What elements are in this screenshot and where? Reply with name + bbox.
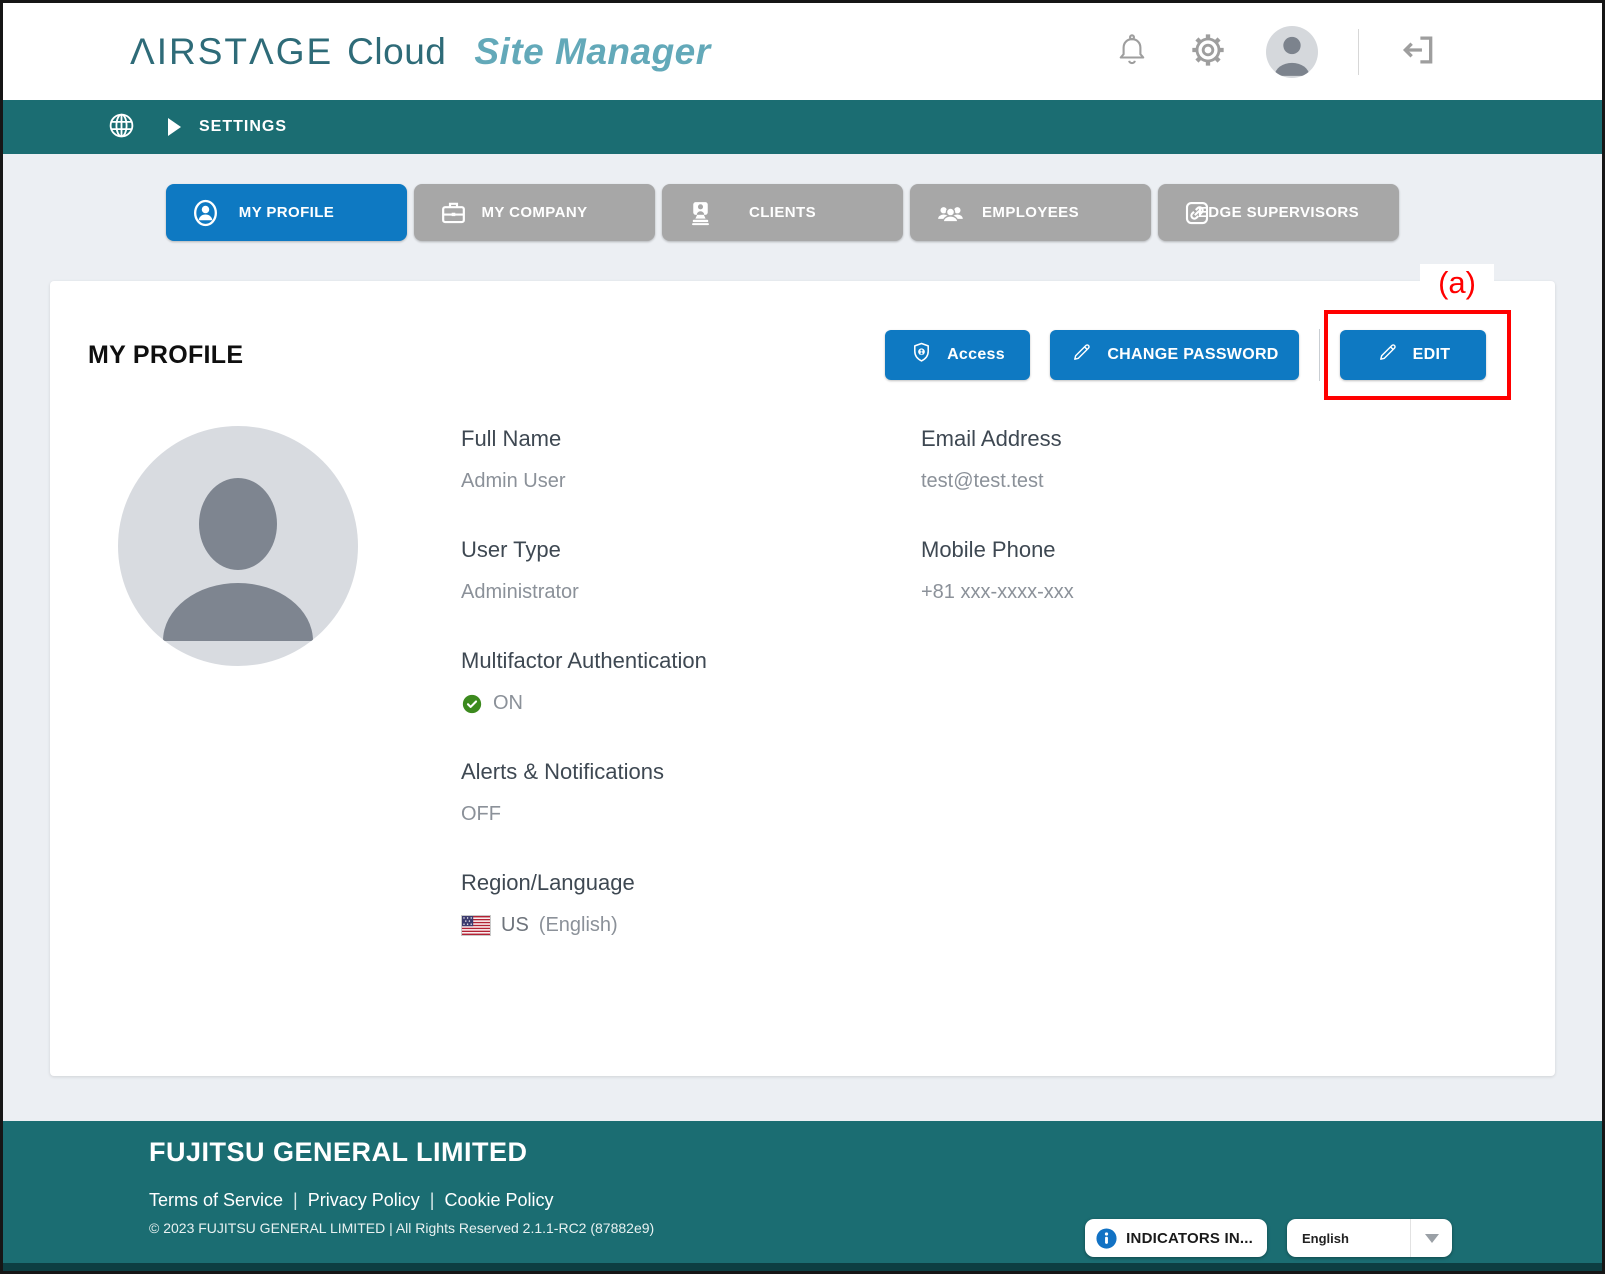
field-full-name: Full Name Admin User [461, 426, 921, 493]
link-separator: | [293, 1190, 298, 1211]
field-value: +81 xxx-xxxx-xxx [921, 581, 1555, 604]
top-header: ΛIRSTΛGE Cloud Site Manager [3, 3, 1602, 100]
profile-details: Full Name Admin User User Type Administr… [50, 426, 1555, 981]
field-label: Email Address [921, 426, 1555, 452]
tab-clients[interactable]: CLIENTS [662, 184, 903, 241]
privacy-policy-link[interactable]: Privacy Policy [308, 1190, 420, 1211]
settings-tabs: MY PROFILE MY COMPANY [166, 184, 1602, 241]
tab-my-profile[interactable]: MY PROFILE [166, 184, 407, 241]
gear-icon [1188, 30, 1228, 73]
tab-my-company[interactable]: MY COMPANY [414, 184, 655, 241]
language-dropdown[interactable]: English [1287, 1219, 1452, 1257]
alerts-status: OFF [461, 803, 921, 826]
my-profile-card: MY PROFILE Access [50, 281, 1555, 1076]
app-window: ΛIRSTΛGE Cloud Site Manager [0, 0, 1605, 1274]
edge-link-icon [1182, 198, 1212, 228]
us-flag-icon [461, 915, 491, 936]
cookie-policy-link[interactable]: Cookie Policy [444, 1190, 553, 1211]
terms-of-service-link[interactable]: Terms of Service [149, 1190, 283, 1211]
field-alerts: Alerts & Notifications OFF [461, 759, 921, 826]
settings-gear-button[interactable] [1188, 30, 1228, 73]
field-label: Region/Language [461, 870, 921, 896]
bell-icon [1114, 32, 1150, 71]
language-dropdown-value: English [1302, 1231, 1349, 1246]
annotation-a-label: (a) [1420, 264, 1494, 308]
field-label: User Type [461, 537, 921, 563]
edit-button[interactable]: EDIT [1340, 330, 1486, 380]
breadcrumb-arrow-icon [168, 118, 181, 136]
breadcrumb-bar: SETTINGS [3, 100, 1602, 154]
field-label: Full Name [461, 426, 921, 452]
fields-column-right: Email Address test@test.test Mobile Phon… [921, 426, 1555, 981]
footer-company-name: FUJITSU GENERAL LIMITED [149, 1137, 1602, 1168]
field-mfa: Multifactor Authentication ON [461, 648, 921, 715]
header-actions [1114, 26, 1437, 78]
logo-cloud-text: Cloud [347, 31, 446, 73]
fields-column-left: Full Name Admin User User Type Administr… [461, 426, 921, 981]
footer-bottom-strip [3, 1263, 1602, 1271]
globe-button[interactable] [107, 111, 136, 143]
user-avatar-button[interactable] [1266, 26, 1318, 78]
field-label: Alerts & Notifications [461, 759, 921, 785]
button-divider [1319, 329, 1320, 381]
pencil-icon [1070, 341, 1093, 369]
edit-button-label: EDIT [1413, 346, 1451, 364]
employees-group-icon [934, 196, 967, 229]
airstage-logo: ΛIRSTΛGE Cloud Site Manager [130, 31, 711, 73]
field-label: Mobile Phone [921, 537, 1555, 563]
footer-controls: INDICATORS IN... English [1085, 1219, 1452, 1257]
region-value: US [501, 914, 529, 937]
footer-links: Terms of Service | Privacy Policy | Cook… [149, 1190, 1602, 1211]
logout-button[interactable] [1399, 31, 1437, 72]
briefcase-icon [438, 197, 469, 228]
chevron-down-icon [1425, 1234, 1439, 1243]
shield-icon [910, 341, 933, 369]
field-mobile-phone: Mobile Phone +81 xxx-xxxx-xxx [921, 537, 1555, 604]
logo-product-text: Site Manager [474, 31, 710, 73]
user-avatar-icon [1266, 26, 1318, 78]
main-area: MY PROFILE MY COMPANY [3, 154, 1602, 1121]
field-value: Admin User [461, 470, 921, 493]
field-email: Email Address test@test.test [921, 426, 1555, 493]
logo-brand-text: ΛIRSTΛGE [130, 31, 333, 73]
field-label: Multifactor Authentication [461, 648, 921, 674]
globe-icon [107, 111, 136, 143]
mfa-status: ON [493, 692, 523, 715]
page-title: MY PROFILE [88, 341, 243, 370]
pencil-icon [1376, 341, 1399, 369]
dropdown-caret-zone [1410, 1219, 1452, 1257]
card-actions: Access CHANGE PASSWORD [885, 329, 1486, 381]
tab-label: MY COMPANY [482, 204, 588, 221]
header-divider [1358, 29, 1359, 75]
logout-icon [1399, 31, 1437, 72]
tab-label: EDGE SUPERVISORS [1198, 204, 1359, 221]
info-icon [1095, 1227, 1118, 1250]
access-button[interactable]: Access [885, 330, 1030, 380]
notifications-button[interactable] [1114, 32, 1150, 71]
tab-label: EMPLOYEES [982, 204, 1079, 221]
field-user-type: User Type Administrator [461, 537, 921, 604]
profile-avatar [118, 426, 358, 666]
link-separator: | [430, 1190, 435, 1211]
change-password-button-label: CHANGE PASSWORD [1107, 346, 1278, 364]
indicators-info-button[interactable]: INDICATORS IN... [1085, 1219, 1267, 1257]
indicators-button-label: INDICATORS IN... [1126, 1230, 1253, 1247]
field-value: test@test.test [921, 470, 1555, 493]
tab-employees[interactable]: EMPLOYEES [910, 184, 1151, 241]
language-value: (English) [539, 914, 618, 937]
tab-label: MY PROFILE [239, 204, 334, 221]
tab-edge-supervisors[interactable]: EDGE SUPERVISORS [1158, 184, 1399, 241]
breadcrumb-settings: SETTINGS [199, 118, 287, 136]
card-header: MY PROFILE Access [50, 281, 1555, 381]
change-password-button[interactable]: CHANGE PASSWORD [1050, 330, 1299, 380]
field-value: Administrator [461, 581, 921, 604]
check-circle-icon [461, 693, 483, 715]
client-badge-icon [686, 198, 715, 227]
tab-label: CLIENTS [749, 204, 816, 221]
profile-person-icon [190, 197, 221, 228]
page-footer: FUJITSU GENERAL LIMITED Terms of Service… [3, 1121, 1602, 1271]
edit-button-wrap: EDIT (a) [1340, 330, 1486, 380]
field-region-language: Region/Language [461, 870, 921, 937]
access-button-label: Access [947, 346, 1005, 364]
